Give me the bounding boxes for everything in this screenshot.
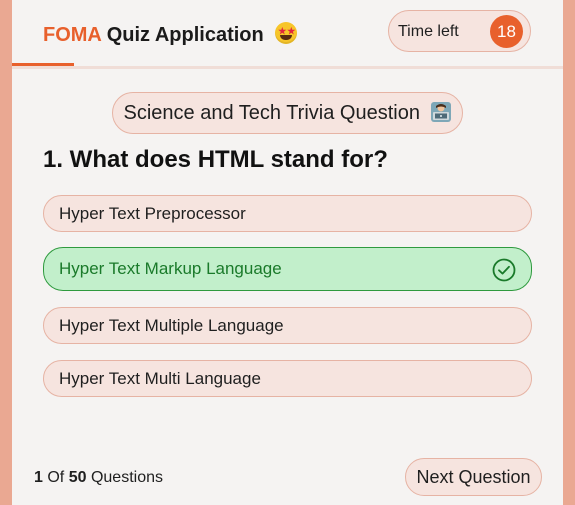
quiz-card: FOMA Quiz Application ★ ★ Time left 18 Sc… bbox=[12, 0, 563, 505]
timer-progress-line bbox=[12, 63, 74, 66]
questions-label: Questions bbox=[90, 469, 163, 486]
answer-option-1[interactable]: Hyper Text Preprocessor bbox=[43, 195, 532, 232]
answer-option-2-correct[interactable]: Hyper Text Markup Language bbox=[43, 247, 532, 291]
technologist-laptop-icon bbox=[430, 102, 451, 122]
answer-option-label: Hyper Text Markup Language bbox=[59, 259, 282, 278]
answer-option-label: Hyper Text Multi Language bbox=[59, 369, 261, 388]
check-circle-icon bbox=[492, 258, 516, 282]
category-label: Science and Tech Trivia Question bbox=[123, 102, 420, 124]
app-title: FOMA Quiz Application ★ ★ bbox=[43, 22, 298, 47]
of-label: Of bbox=[47, 469, 65, 486]
answer-option-3[interactable]: Hyper Text Multiple Language bbox=[43, 307, 532, 344]
timer-count: 18 bbox=[490, 15, 523, 48]
app-title-text: Quiz Application bbox=[106, 24, 264, 46]
question-counter: 1 Of 50 Questions bbox=[34, 469, 163, 487]
total-questions-number: 50 bbox=[68, 469, 87, 486]
brand-name: FOMA bbox=[43, 24, 102, 46]
answer-option-4[interactable]: Hyper Text Multi Language bbox=[43, 360, 532, 397]
timer-label: Time left bbox=[398, 23, 459, 40]
star-struck-face-icon: ★ ★ bbox=[275, 22, 298, 44]
quiz-header: FOMA Quiz Application ★ ★ Time left 18 bbox=[12, 0, 563, 69]
timer: Time left 18 bbox=[388, 10, 531, 52]
question-text: 1. What does HTML stand for? bbox=[43, 146, 388, 173]
next-question-button[interactable]: Next Question bbox=[405, 458, 542, 496]
answer-option-label: Hyper Text Multiple Language bbox=[59, 316, 284, 335]
current-question-number: 1 bbox=[34, 469, 43, 486]
answer-option-label: Hyper Text Preprocessor bbox=[59, 204, 246, 223]
category-badge: Science and Tech Trivia Question bbox=[112, 92, 463, 134]
